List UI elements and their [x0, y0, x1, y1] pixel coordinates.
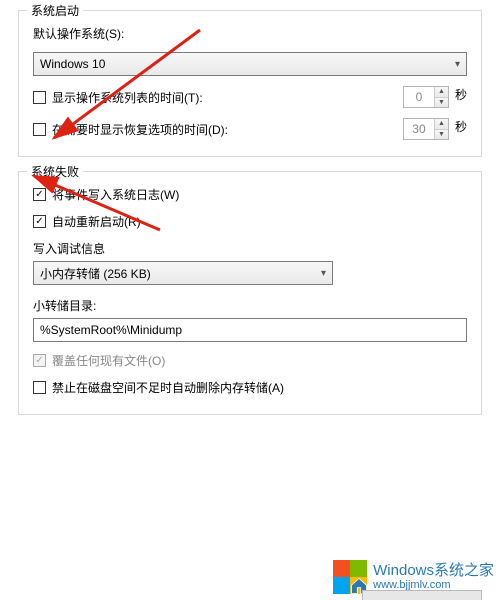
label-dump-dir: 小转储目录: [33, 297, 467, 314]
spinner-up-icon[interactable]: ▲ [435, 119, 448, 130]
group-title-failure: 系统失败 [27, 163, 83, 180]
checkbox-overwrite: ✓ [33, 354, 46, 367]
input-os-list-seconds[interactable] [404, 87, 434, 107]
chevron-down-icon: ▾ [455, 59, 460, 70]
dialog-button-strip [362, 590, 482, 600]
spinner-down-icon[interactable]: ▼ [435, 130, 448, 140]
checkbox-show-os-list[interactable] [33, 91, 46, 104]
select-dump-type[interactable]: 小内存转储 (256 KB) ▾ [33, 261, 333, 285]
spinner-down-icon[interactable]: ▼ [435, 98, 448, 108]
checkbox-write-log[interactable]: ✓ [33, 188, 46, 201]
label-default-os: 默认操作系统(S): [33, 25, 124, 42]
input-recovery-seconds[interactable] [404, 119, 434, 139]
spinner-buttons-2[interactable]: ▲ ▼ [434, 119, 448, 139]
spinner-up-icon[interactable]: ▲ [435, 87, 448, 98]
spinner-buttons[interactable]: ▲ ▼ [434, 87, 448, 107]
label-seconds-1: 秒 [455, 86, 467, 108]
label-debug-info: 写入调试信息 [33, 240, 467, 257]
spinner-os-list-seconds[interactable]: ▲ ▼ [403, 86, 449, 108]
watermark: Windows系统之家 www.bjjmlv.com [333, 560, 494, 594]
spinner-recovery-seconds[interactable]: ▲ ▼ [403, 118, 449, 140]
label-disable-auto-delete: 禁止在磁盘空间不足时自动删除内存转储(A) [52, 379, 284, 396]
checkbox-show-recovery[interactable] [33, 123, 46, 136]
watermark-title: Windows系统之家 [373, 563, 494, 580]
label-write-log: 将事件写入系统日志(W) [52, 186, 179, 203]
group-system-failure: 系统失败 ✓ 将事件写入系统日志(W) ✓ 自动重新启动(R) 写入调试信息 小… [18, 171, 482, 415]
input-dump-dir-value: %SystemRoot%\Minidump [40, 323, 182, 337]
input-dump-dir[interactable]: %SystemRoot%\Minidump [33, 318, 467, 342]
label-seconds-2: 秒 [455, 118, 467, 140]
label-show-recovery: 在需要时显示恢复选项的时间(D): [52, 121, 228, 138]
select-dump-type-value: 小内存转储 (256 KB) [40, 265, 151, 282]
label-show-os-list: 显示操作系统列表的时间(T): [52, 89, 203, 106]
group-system-startup: 系统启动 默认操作系统(S): Windows 10 ▾ 显示操作系统列表的时间… [18, 10, 482, 157]
checkbox-disable-auto-delete[interactable] [33, 381, 46, 394]
select-default-os-value: Windows 10 [40, 57, 105, 71]
label-auto-restart: 自动重新启动(R) [52, 213, 141, 230]
select-default-os[interactable]: Windows 10 ▾ [33, 52, 467, 76]
label-overwrite: 覆盖任何现有文件(O) [52, 352, 165, 369]
group-title-startup: 系统启动 [27, 2, 83, 19]
chevron-down-icon: ▾ [321, 268, 326, 279]
checkbox-auto-restart[interactable]: ✓ [33, 215, 46, 228]
